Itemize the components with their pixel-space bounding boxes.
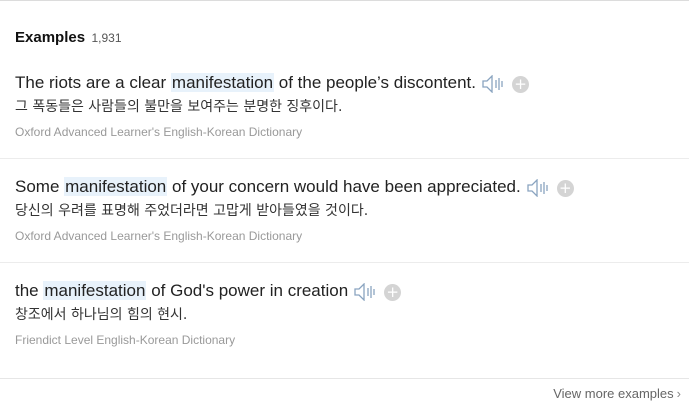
highlighted-keyword[interactable]: manifestation: [64, 177, 168, 196]
add-to-wordbook-button[interactable]: +: [511, 75, 529, 93]
top-divider: [0, 0, 689, 1]
example-sentence-english: The riots are a clear manifestation of t…: [15, 72, 529, 95]
examples-count: 1,931: [91, 31, 122, 45]
sentence-text: Some: [15, 177, 65, 196]
sentence-text: of your concern would have been apprecia…: [167, 177, 521, 196]
section-title: Examples: [15, 29, 86, 46]
sentence-text: of God's power in creation: [146, 281, 349, 300]
highlighted-keyword[interactable]: manifestation: [170, 73, 275, 92]
add-to-wordbook-button[interactable]: +: [556, 179, 574, 197]
chevron-right-icon: ›: [676, 386, 681, 401]
view-more-examples-link[interactable]: View more examples ›: [553, 386, 681, 401]
add-to-wordbook-button[interactable]: +: [384, 283, 402, 301]
view-more-label: View more examples: [553, 386, 674, 401]
speaker-icon[interactable]: [527, 179, 551, 198]
footer-divider: [0, 378, 689, 379]
speaker-icon[interactable]: [354, 283, 378, 302]
sentence-text: The riots are a clear: [15, 73, 171, 92]
example-source: Oxford Advanced Learner's English-Korean…: [15, 229, 303, 243]
example-source: Friendict Level English-Korean Dictionar…: [15, 333, 236, 347]
example-source: Oxford Advanced Learner's English-Korean…: [15, 125, 303, 139]
example-divider: [0, 158, 689, 159]
sentence-text: the: [15, 281, 44, 300]
example-sentence-korean: 창조에서 하나님의 힘의 현시.: [15, 307, 188, 323]
sentence-text: of the people’s discontent.: [274, 73, 476, 92]
example-sentence-korean: 그 폭동들은 사람들의 불만을 보여주는 분명한 징후이다.: [15, 99, 343, 115]
example-divider: [0, 262, 689, 263]
example-sentence-english: Some manifestation of your concern would…: [15, 176, 574, 199]
examples-header: Examples 1,931: [15, 29, 122, 47]
speaker-icon[interactable]: [482, 75, 506, 94]
example-sentence-english: the manifestation of God's power in crea…: [15, 280, 402, 303]
highlighted-keyword[interactable]: manifestation: [43, 281, 147, 300]
example-sentence-korean: 당신의 우려를 표명해 주었더라면 고맙게 받아들였을 것이다.: [15, 203, 369, 219]
